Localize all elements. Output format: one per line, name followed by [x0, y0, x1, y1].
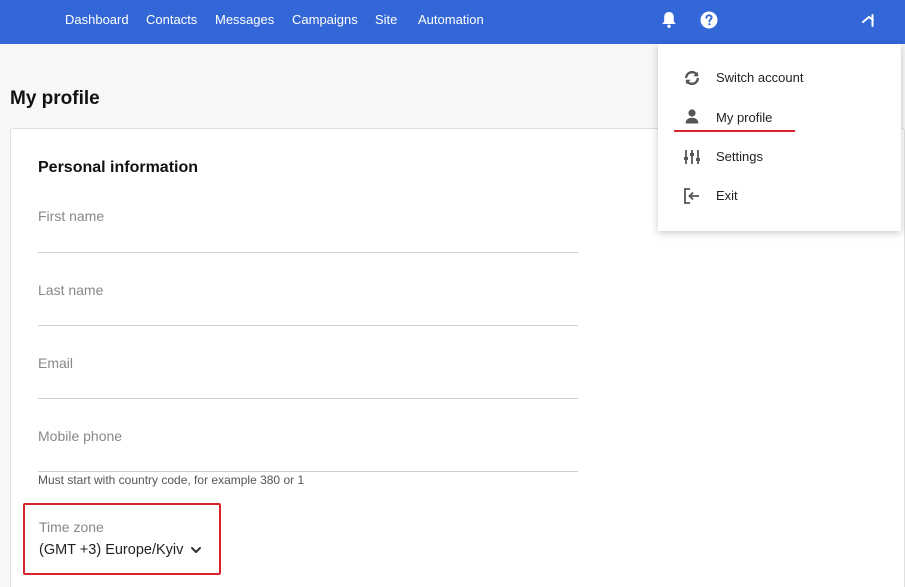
timezone-select[interactable]: (GMT +3) Europe/Kyiv — [39, 541, 201, 561]
account-dropdown-menu: Switch account My profile Settings Exit — [658, 44, 901, 231]
user-icon — [683, 108, 701, 126]
timezone-label: Time zone — [39, 519, 104, 535]
exit-icon — [683, 187, 701, 205]
nav-messages[interactable]: Messages — [215, 12, 274, 27]
first-name-field: First name — [38, 208, 578, 253]
nav-site[interactable]: Site — [375, 12, 397, 27]
mobile-phone-underline — [38, 471, 578, 472]
bell-icon[interactable] — [661, 11, 677, 34]
nav-automation[interactable]: Automation — [418, 12, 484, 27]
timezone-value: (GMT +3) Europe/Kyiv — [39, 542, 184, 558]
switch-account-icon — [683, 69, 701, 87]
mobile-phone-hint: Must start with country code, for exampl… — [38, 473, 305, 487]
help-icon[interactable] — [700, 11, 718, 34]
top-navbar: Dashboard Contacts Messages Campaigns Si… — [0, 0, 905, 44]
email-label: Email — [38, 355, 74, 371]
first-name-label: First name — [38, 208, 105, 224]
email-field: Email — [38, 355, 578, 400]
menu-label-exit: Exit — [716, 188, 738, 203]
last-name-field: Last name — [38, 282, 578, 327]
section-title: Personal information — [38, 159, 199, 176]
mobile-phone-input[interactable] — [38, 448, 578, 470]
menu-label-settings: Settings — [716, 149, 763, 164]
mobile-phone-field: Mobile phone — [38, 428, 578, 473]
mobile-phone-label: Mobile phone — [38, 428, 123, 444]
first-name-input[interactable] — [38, 228, 578, 250]
menu-item-switch-account[interactable]: Switch account — [658, 60, 901, 96]
last-name-underline — [38, 325, 578, 326]
first-name-underline — [38, 252, 578, 253]
last-name-input[interactable] — [38, 302, 578, 324]
chevron-down-icon — [189, 541, 203, 559]
menu-item-settings[interactable]: Settings — [658, 139, 901, 175]
email-input[interactable] — [38, 375, 578, 397]
menu-item-exit[interactable]: Exit — [658, 178, 901, 214]
settings-sliders-icon — [683, 148, 701, 166]
menu-label-my-profile: My profile — [716, 110, 773, 125]
menu-label-switch-account: Switch account — [716, 70, 804, 85]
last-name-label: Last name — [38, 282, 104, 298]
nav-campaigns[interactable]: Campaigns — [292, 12, 358, 27]
timezone-highlight-box: Time zone (GMT +3) Europe/Kyiv — [23, 503, 221, 575]
nav-dashboard[interactable]: Dashboard — [65, 12, 129, 27]
nav-contacts[interactable]: Contacts — [146, 12, 197, 27]
avatar-icon[interactable] — [862, 12, 876, 33]
my-profile-highlight-underline — [674, 130, 795, 132]
page-title: My profile — [10, 88, 100, 109]
email-underline — [38, 398, 578, 399]
